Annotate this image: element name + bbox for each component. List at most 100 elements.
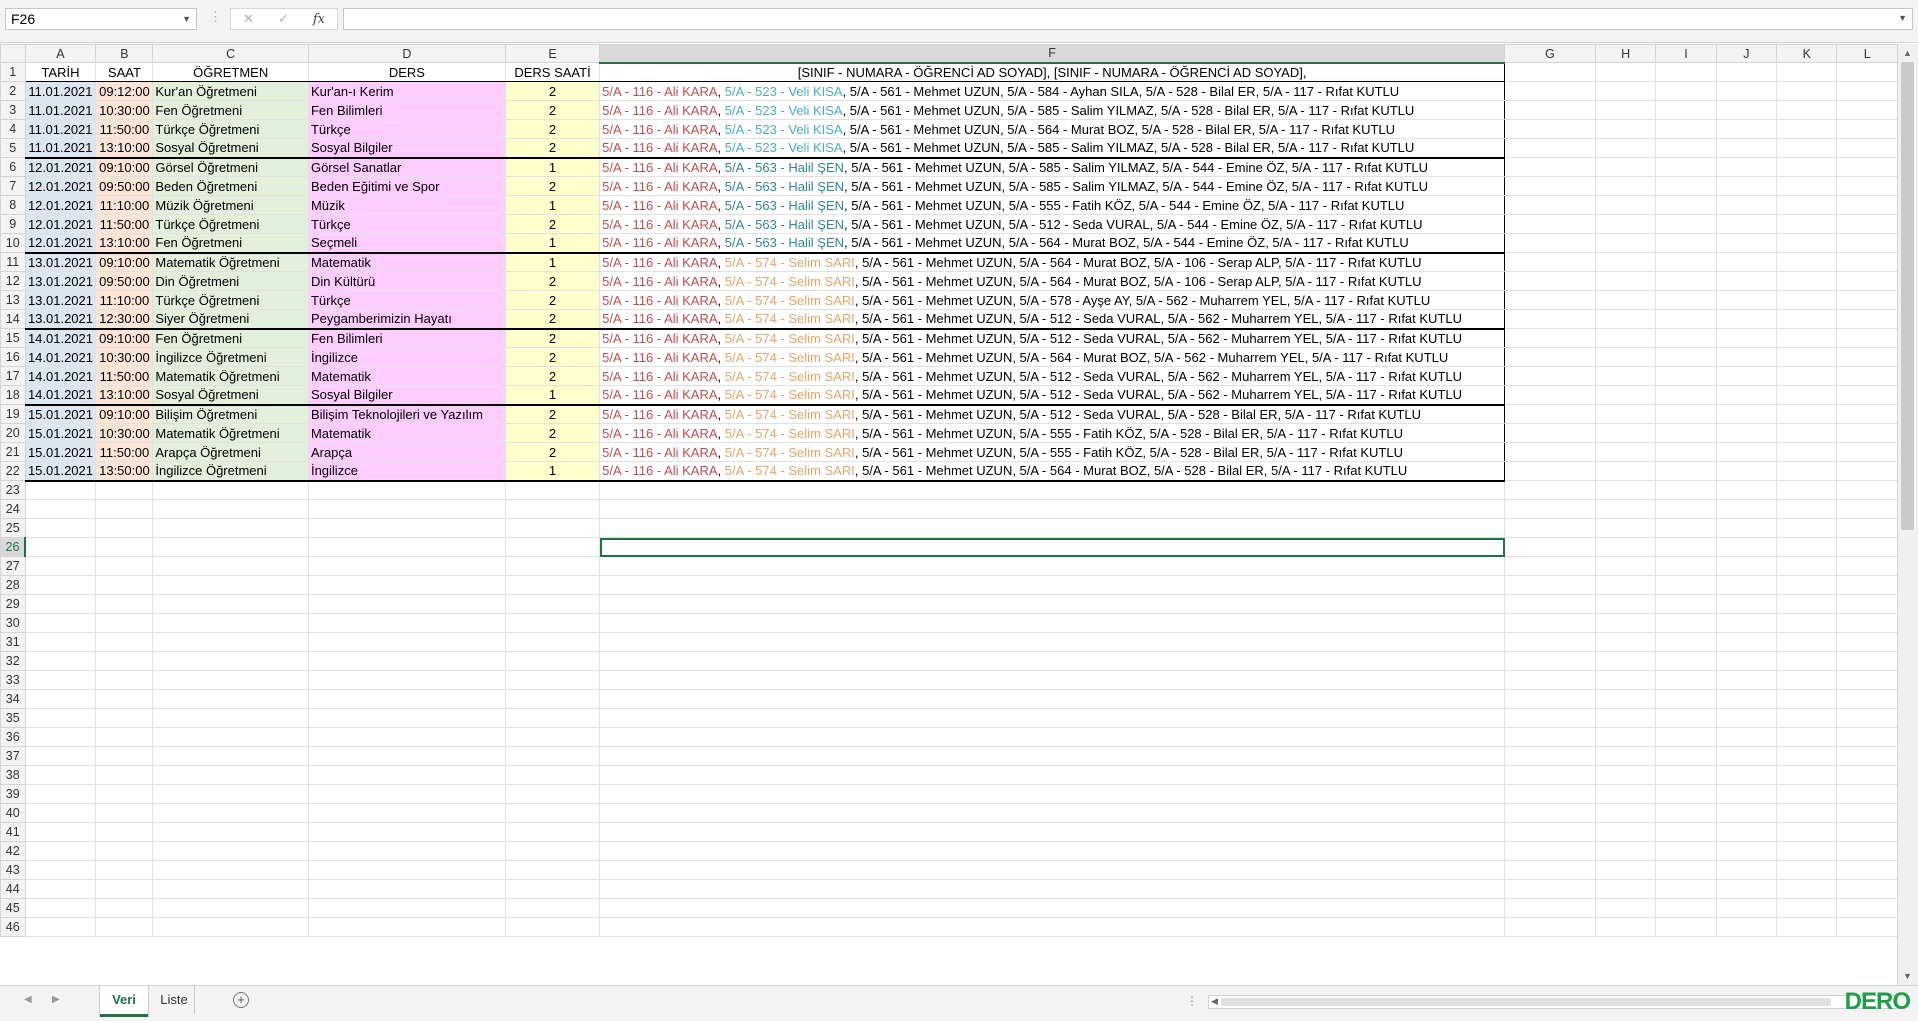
cell-a[interactable] [24,613,97,633]
cell-g[interactable] [1504,613,1596,633]
cell-h[interactable] [1594,803,1657,823]
cell-h[interactable] [1594,651,1657,671]
cell-f[interactable]: 5/A - 116 - Ali KARA, 5/A - 574 - Selim … [599,366,1506,386]
cell-c[interactable] [152,632,309,652]
cell-c[interactable] [152,765,309,785]
row-header[interactable]: 27 [0,556,26,576]
cell-e[interactable] [504,860,601,880]
cell-e[interactable] [504,632,601,652]
cell-d[interactable]: Türkçe [307,119,506,139]
cell-a[interactable]: 13.01.2021 [24,251,97,272]
cell-e[interactable]: 2 [504,271,601,291]
cell-c[interactable] [152,651,309,671]
cell-f[interactable]: 5/A - 116 - Ali KARA, 5/A - 574 - Selim … [599,347,1506,367]
cell-j[interactable] [1715,670,1778,690]
row-header[interactable]: 30 [0,613,26,633]
cell-a[interactable]: 13.01.2021 [24,309,97,329]
cell-a[interactable] [24,784,97,804]
cell-g[interactable] [1504,366,1596,386]
cell-d[interactable]: Görsel Sanatlar [307,156,506,177]
cell-b[interactable]: 09:10:00 [95,251,154,272]
cell-b[interactable] [95,575,154,595]
cell-k[interactable] [1776,537,1838,557]
cell-f[interactable] [599,670,1506,690]
cell-l[interactable] [1836,423,1898,443]
cell-e[interactable] [504,765,601,785]
cell-h[interactable] [1594,556,1657,576]
cell-b[interactable] [95,803,154,823]
cell-k[interactable] [1776,613,1838,633]
cell-h[interactable] [1594,119,1657,139]
cell-g[interactable] [1504,556,1596,576]
cell-g[interactable] [1504,62,1596,82]
cell-f[interactable]: 5/A - 116 - Ali KARA, 5/A - 523 - Veli K… [599,119,1506,139]
cell-d[interactable] [307,499,506,519]
cell-l[interactable] [1836,556,1898,576]
cell-h[interactable] [1594,727,1657,747]
cell-f[interactable] [599,803,1506,823]
cell-i[interactable] [1655,252,1717,272]
cell-h[interactable] [1594,708,1657,728]
cell-c[interactable] [152,879,309,899]
cell-d[interactable] [307,651,506,671]
cell-a[interactable] [24,917,97,937]
cell-b[interactable]: 09:12:00 [95,81,154,101]
cell-i[interactable] [1655,309,1717,329]
column-header-d[interactable]: D [307,44,506,63]
column-header-g[interactable]: G [1504,44,1596,63]
cell-l[interactable] [1836,62,1898,82]
row-header[interactable]: 32 [0,651,26,671]
column-header-k[interactable]: K [1776,44,1838,63]
cell-h[interactable] [1594,499,1657,519]
cell-e[interactable]: 2 [504,119,601,139]
cell-j[interactable] [1715,632,1778,652]
row-header[interactable]: 42 [0,841,26,861]
row-header[interactable]: 20 [0,423,26,443]
scroll-thumb[interactable] [1221,998,1831,1006]
cell-d[interactable]: Müzik [307,195,506,215]
cell-f[interactable]: 5/A - 116 - Ali KARA, 5/A - 574 - Selim … [599,461,1506,482]
cell-b[interactable]: 09:10:00 [95,327,154,348]
cell-k[interactable] [1776,594,1838,614]
cell-i[interactable] [1655,138,1717,158]
cell-d[interactable]: İngilizce [307,347,506,367]
cell-l[interactable] [1836,347,1898,367]
cell-d[interactable]: İngilizce [307,461,506,482]
cell-e[interactable] [504,499,601,519]
cell-d[interactable] [307,765,506,785]
cell-h[interactable] [1594,689,1657,709]
cell-j[interactable] [1715,575,1778,595]
cell-c[interactable]: Matematik Öğretmeni [152,366,309,386]
cell-b[interactable] [95,765,154,785]
cell-l[interactable] [1836,309,1898,329]
cell-f[interactable] [599,727,1506,747]
cell-a[interactable] [24,803,97,823]
cell-e[interactable] [504,689,601,709]
cell-c[interactable]: Arapça Öğretmeni [152,442,309,462]
cell-l[interactable] [1836,252,1898,272]
cell-d[interactable] [307,860,506,880]
cell-g[interactable] [1504,594,1596,614]
cell-d[interactable] [307,689,506,709]
cell-g[interactable] [1504,309,1596,329]
cell-j[interactable] [1715,62,1778,82]
cell-c[interactable]: Türkçe Öğretmeni [152,119,309,139]
cell-k[interactable] [1776,499,1838,519]
cell-k[interactable] [1776,727,1838,747]
cell-i[interactable] [1655,81,1717,101]
cell-k[interactable] [1776,290,1838,310]
cell-b[interactable]: 11:10:00 [95,195,154,215]
cell-c[interactable]: Türkçe Öğretmeni [152,290,309,310]
cell-b[interactable]: 11:50:00 [95,366,154,386]
cell-l[interactable] [1836,841,1898,861]
cell-b[interactable]: 11:50:00 [95,442,154,462]
cell-l[interactable] [1836,822,1898,842]
cell-g[interactable] [1504,860,1596,880]
cell-d[interactable] [307,784,506,804]
cell-f[interactable] [599,518,1506,538]
cell-e[interactable]: 2 [504,327,601,348]
cell-g[interactable] [1504,214,1596,234]
row-header[interactable]: 23 [0,480,26,500]
cell-j[interactable] [1715,290,1778,310]
cell-h[interactable] [1594,917,1657,937]
